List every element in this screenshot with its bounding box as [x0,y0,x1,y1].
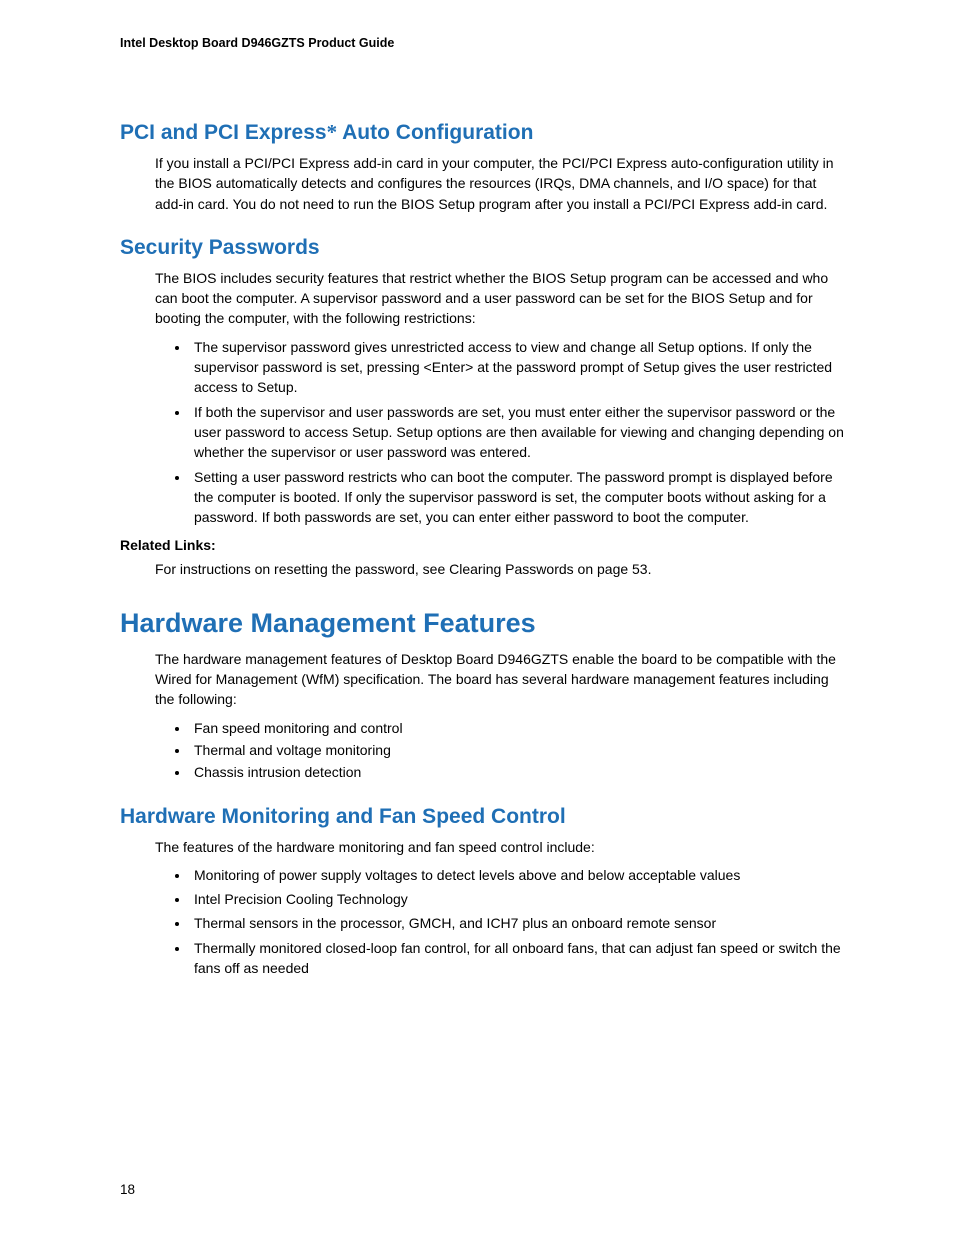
heading-text-post: Auto Configuration [337,121,533,144]
paragraph-pci: If you install a PCI/PCI Express add-in … [120,153,844,214]
related-links-label: Related Links: [120,537,844,553]
list-item: Fan speed monitoring and control [190,718,844,738]
list-security-restrictions: The supervisor password gives unrestrict… [120,337,844,528]
page-number: 18 [120,1182,135,1197]
list-item: The supervisor password gives unrestrict… [190,337,844,398]
heading-hw-monitoring: Hardware Monitoring and Fan Speed Contro… [120,805,844,829]
page-header: Intel Desktop Board D946GZTS Product Gui… [120,36,844,50]
asterisk-icon: * [327,120,338,144]
heading-security-passwords: Security Passwords [120,236,844,260]
list-item: Thermal and voltage monitoring [190,740,844,760]
heading-pci-auto-config: PCI and PCI Express* Auto Configuration [120,120,844,145]
list-item: Intel Precision Cooling Technology [190,889,844,909]
list-item: Thermal sensors in the processor, GMCH, … [190,913,844,933]
heading-hardware-management: Hardware Management Features [120,608,844,639]
list-hw-mgmt: Fan speed monitoring and control Thermal… [120,718,844,783]
list-item: Chassis intrusion detection [190,762,844,782]
list-hw-mon: Monitoring of power supply voltages to d… [120,865,844,978]
paragraph-hw-mon: The features of the hardware monitoring … [120,837,844,857]
heading-text-pre: PCI and PCI Express [120,121,327,144]
list-item: Thermally monitored closed-loop fan cont… [190,938,844,979]
paragraph-related-links: For instructions on resetting the passwo… [120,559,844,579]
paragraph-hw-mgmt: The hardware management features of Desk… [120,649,844,710]
paragraph-security: The BIOS includes security features that… [120,268,844,329]
list-item: Setting a user password restricts who ca… [190,467,844,528]
list-item: Monitoring of power supply voltages to d… [190,865,844,885]
list-item: If both the supervisor and user password… [190,402,844,463]
